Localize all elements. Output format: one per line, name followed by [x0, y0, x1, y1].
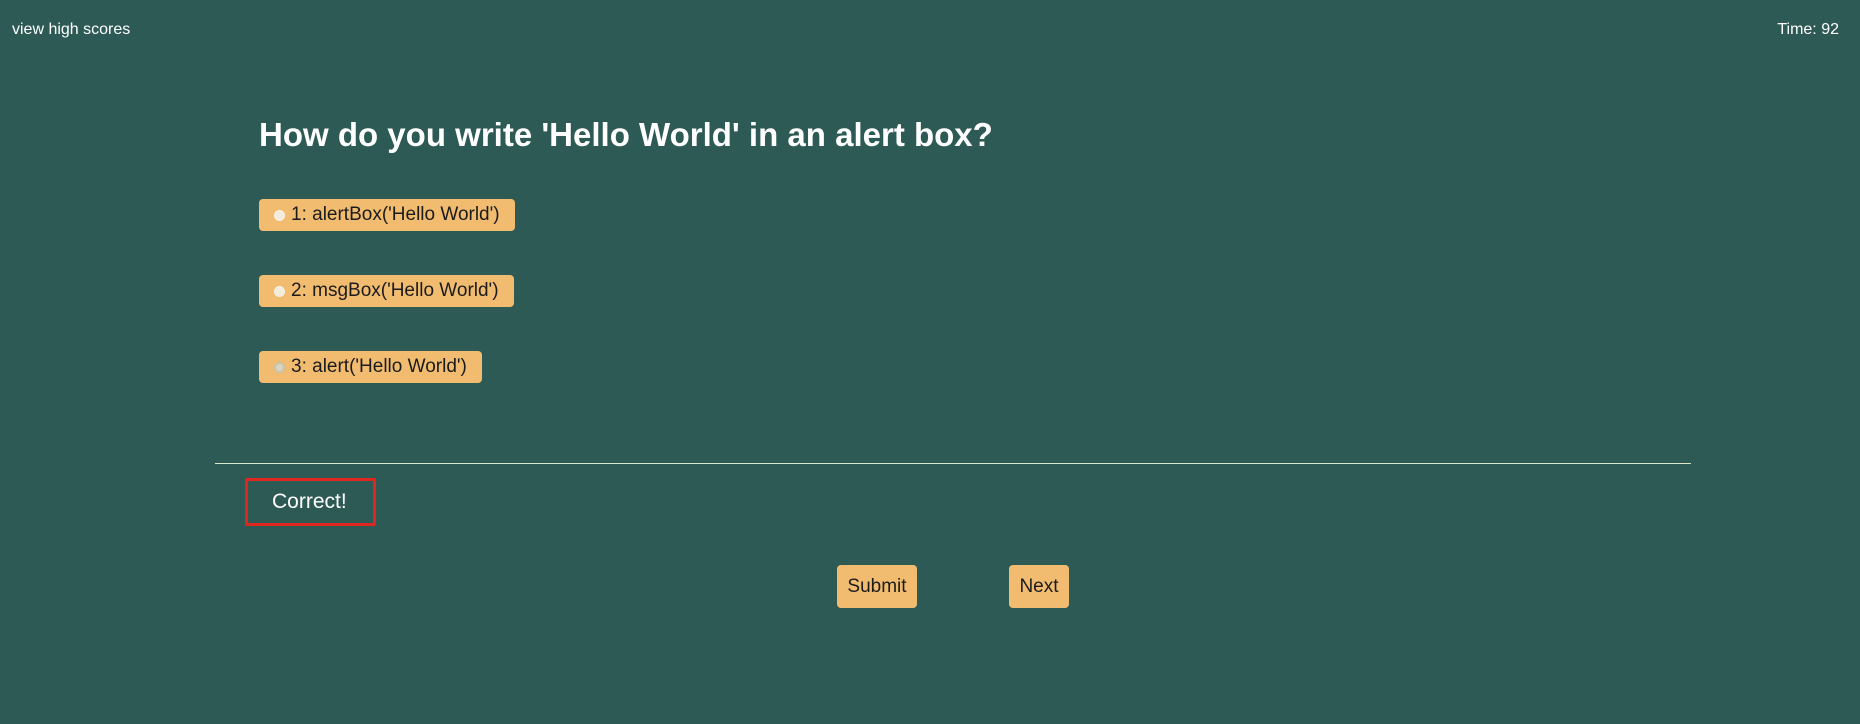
timer-display: Time: 92: [1777, 21, 1839, 38]
feedback-message: Correct!: [245, 478, 376, 526]
view-high-scores-link[interactable]: view high scores: [12, 21, 130, 39]
answer-choice-1[interactable]: 1: alertBox('Hello World'): [259, 199, 515, 231]
answer-choice-label: 3: alert('Hello World'): [291, 356, 467, 377]
answer-choice-3[interactable]: 3: alert('Hello World'): [259, 351, 482, 383]
answer-choice-2[interactable]: 2: msgBox('Hello World'): [259, 275, 514, 307]
question-title: How do you write 'Hello World' in an ale…: [259, 116, 993, 153]
submit-button[interactable]: Submit: [837, 565, 917, 608]
answer-choice-label: 1: alertBox('Hello World'): [291, 204, 500, 225]
next-button[interactable]: Next: [1009, 565, 1069, 608]
radio-button-selected-icon[interactable]: [274, 361, 285, 373]
radio-button-icon[interactable]: [274, 285, 285, 297]
answer-choice-label: 2: msgBox('Hello World'): [291, 280, 499, 301]
radio-button-icon[interactable]: [274, 209, 285, 221]
feedback-text: Correct!: [272, 490, 347, 513]
divider: [215, 463, 1691, 464]
